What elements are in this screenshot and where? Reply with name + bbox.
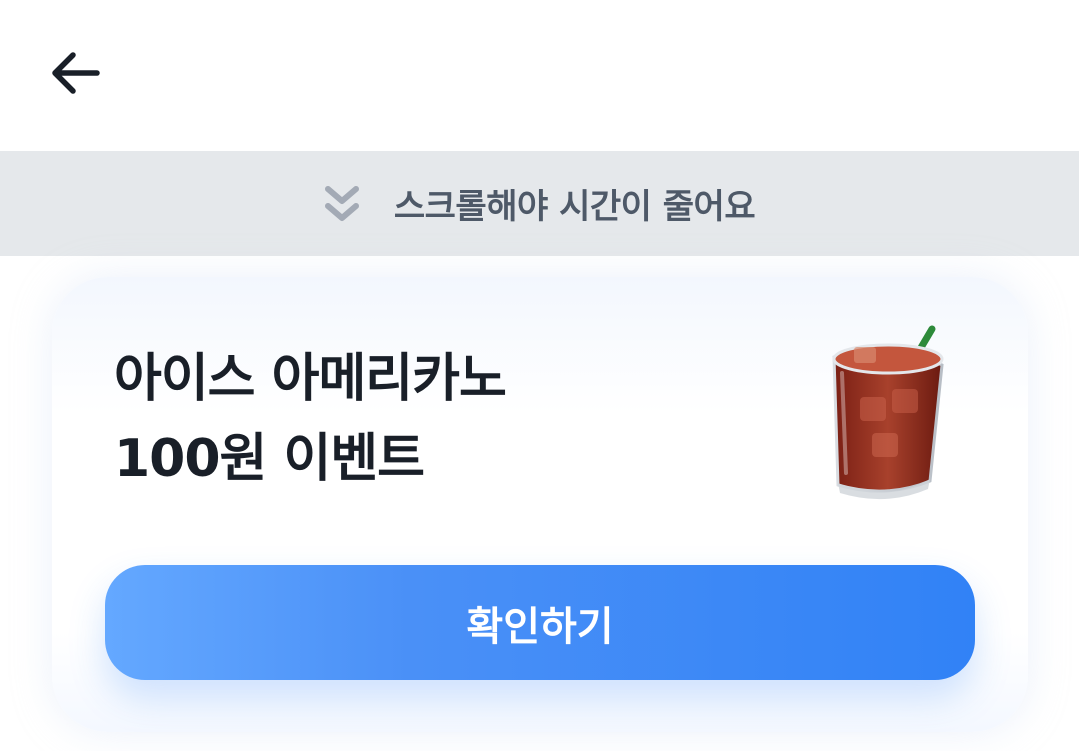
- arrow-left-icon: [52, 52, 100, 94]
- scroll-hint-text: 스크롤해야 시간이 줄어요: [393, 187, 756, 227]
- event-title: 아이스 아메리카노 100원 이벤트: [114, 339, 507, 499]
- event-title-line1: 아이스 아메리카노: [114, 349, 507, 409]
- iced-americano-icon: [832, 325, 944, 500]
- scroll-hint-banner: 스크롤해야 시간이 줄어요: [0, 151, 1079, 256]
- page: 스크롤해야 시간이 줄어요 아이스 아메리카노 100원 이벤트 확인하기: [0, 0, 1079, 751]
- event-title-line2: 100원 이벤트: [114, 429, 425, 489]
- back-button[interactable]: [40, 40, 110, 106]
- confirm-button[interactable]: 확인하기: [105, 565, 975, 680]
- double-chevron-down-icon: [324, 185, 359, 221]
- event-card: 아이스 아메리카노 100원 이벤트 확인하기: [52, 277, 1028, 732]
